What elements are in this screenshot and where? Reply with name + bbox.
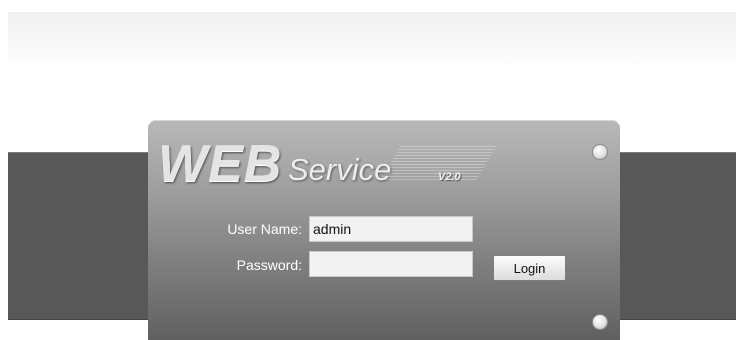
header-band bbox=[8, 12, 736, 68]
password-input[interactable] bbox=[309, 251, 473, 277]
left-decor-bar bbox=[8, 152, 150, 320]
logo-service-text: Service bbox=[288, 152, 392, 187]
logo-web-text: WEB bbox=[158, 135, 283, 193]
bottom-hinge-icon bbox=[592, 314, 608, 330]
username-input[interactable] bbox=[309, 216, 473, 242]
top-hinge-icon bbox=[592, 144, 608, 160]
username-label: User Name: bbox=[227, 221, 302, 237]
password-label: Password: bbox=[236, 257, 302, 273]
web-service-logo: WEB Service V2.0 bbox=[158, 135, 497, 196]
logo-version-text: V2.0 bbox=[438, 171, 461, 183]
login-button[interactable]: Login bbox=[493, 255, 566, 281]
